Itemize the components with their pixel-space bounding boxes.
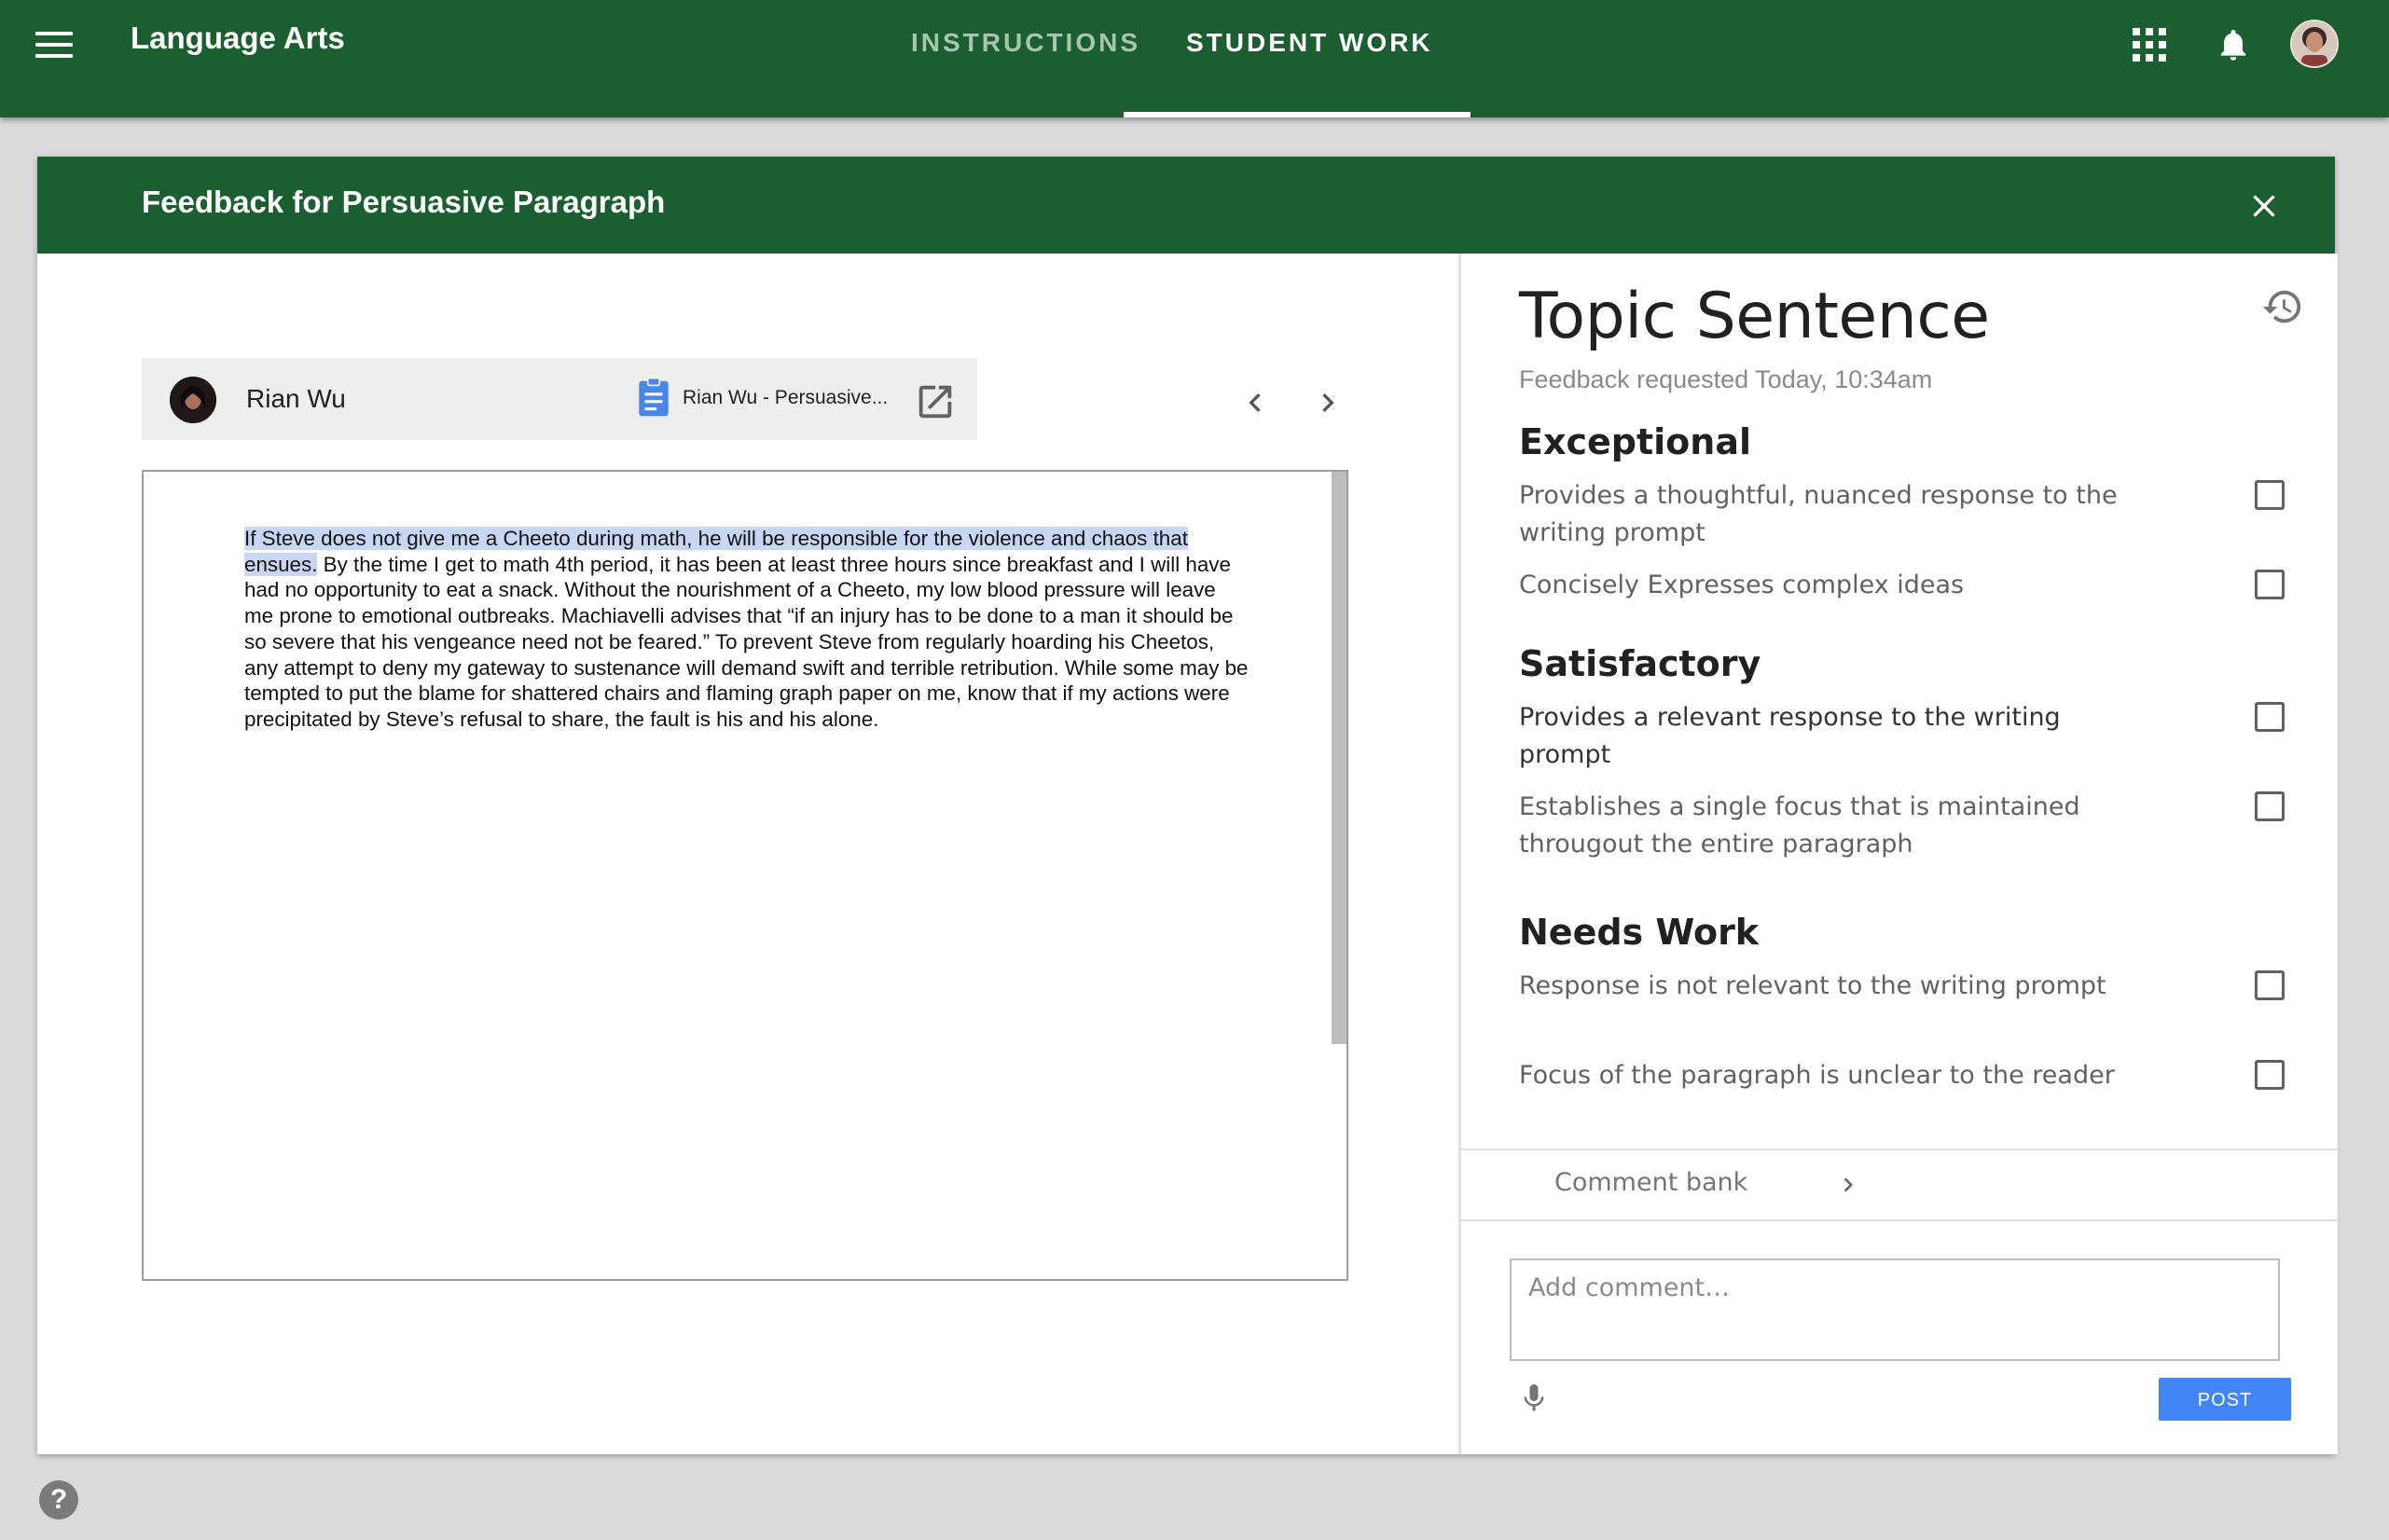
top-app-bar: Language Arts INSTRUCTIONS STUDENT WORK xyxy=(0,0,2389,117)
assignment-doc-name[interactable]: Rian Wu - Persuasive... xyxy=(683,387,888,409)
criterion-text: Establishes a single focus that is maint… xyxy=(1519,792,2080,859)
add-comment-input[interactable] xyxy=(1510,1258,2280,1361)
document-body: By the time I get to math 4th period, it… xyxy=(244,552,1249,731)
document-text: If Steve does not give me a Cheeto durin… xyxy=(244,526,1250,733)
app-title: Language Arts xyxy=(131,21,345,55)
help-icon[interactable]: ? xyxy=(39,1480,78,1519)
document-scrollbar[interactable] xyxy=(1332,472,1346,1044)
tab-student-work[interactable]: STUDENT WORK xyxy=(1186,28,1433,58)
criterion-checkbox[interactable] xyxy=(2255,791,2285,821)
tab-instructions[interactable]: INSTRUCTIONS xyxy=(911,28,1140,58)
divider xyxy=(1461,1219,2338,1221)
criterion-text: Response is not relevant to the writing … xyxy=(1519,971,2106,1000)
open-in-new-icon[interactable] xyxy=(914,380,957,423)
student-name: Rian Wu xyxy=(246,384,346,413)
criterion-checkbox[interactable] xyxy=(2255,970,2285,1000)
criterion-checkbox[interactable] xyxy=(2255,480,2285,510)
chevron-left-icon[interactable] xyxy=(1236,384,1274,421)
feedback-panel: Topic Sentence Feedback requested Today,… xyxy=(1458,254,2338,1454)
comment-bank-link[interactable]: Comment bank xyxy=(1554,1168,1747,1197)
chevron-right-icon[interactable] xyxy=(1309,384,1346,421)
feedback-requested-time: Feedback requested Today, 10:34am xyxy=(1519,365,1933,393)
bell-icon[interactable] xyxy=(2215,22,2252,67)
menu-icon[interactable] xyxy=(35,28,76,69)
student-avatar xyxy=(170,377,216,423)
criterion-text: Concisely Expresses complex ideas xyxy=(1519,571,1965,599)
criterion-checkbox[interactable] xyxy=(2255,702,2285,732)
level-needs-work: Needs Work xyxy=(1519,912,1760,953)
level-exceptional: Exceptional xyxy=(1519,421,1751,462)
active-tab-indicator xyxy=(1124,112,1471,117)
criterion-text: Provides a thoughtful, nuanced response … xyxy=(1519,481,2118,547)
user-avatar[interactable] xyxy=(2290,20,2339,68)
level-satisfactory: Satisfactory xyxy=(1519,643,1761,684)
chevron-right-icon[interactable] xyxy=(1834,1171,1862,1199)
criterion-text: Focus of the paragraph is unclear to the… xyxy=(1519,1061,2115,1090)
student-bar: Rian Wu Rian Wu - Persuasive... xyxy=(142,358,977,440)
criterion-checkbox[interactable] xyxy=(2255,1060,2285,1090)
assignment-doc-icon[interactable] xyxy=(636,377,671,418)
apps-grid-icon[interactable] xyxy=(2133,28,2166,62)
dialog-header: Feedback for Persuasive Paragraph xyxy=(37,157,2335,254)
criterion-text: Provides a relevant response to the writ… xyxy=(1519,703,2061,769)
history-icon[interactable] xyxy=(2261,285,2304,328)
post-button[interactable]: POST xyxy=(2159,1378,2291,1421)
criterion-checkbox[interactable] xyxy=(2255,570,2285,599)
close-icon[interactable] xyxy=(2245,187,2283,225)
dialog-title: Feedback for Persuasive Paragraph xyxy=(142,185,666,219)
rubric-title: Topic Sentence xyxy=(1519,280,1990,353)
feedback-dialog: Feedback for Persuasive Paragraph Rian W… xyxy=(37,157,2338,1454)
document-viewer[interactable]: If Steve does not give me a Cheeto durin… xyxy=(142,470,1348,1281)
microphone-icon[interactable] xyxy=(1517,1378,1551,1419)
divider xyxy=(1461,1148,2338,1150)
